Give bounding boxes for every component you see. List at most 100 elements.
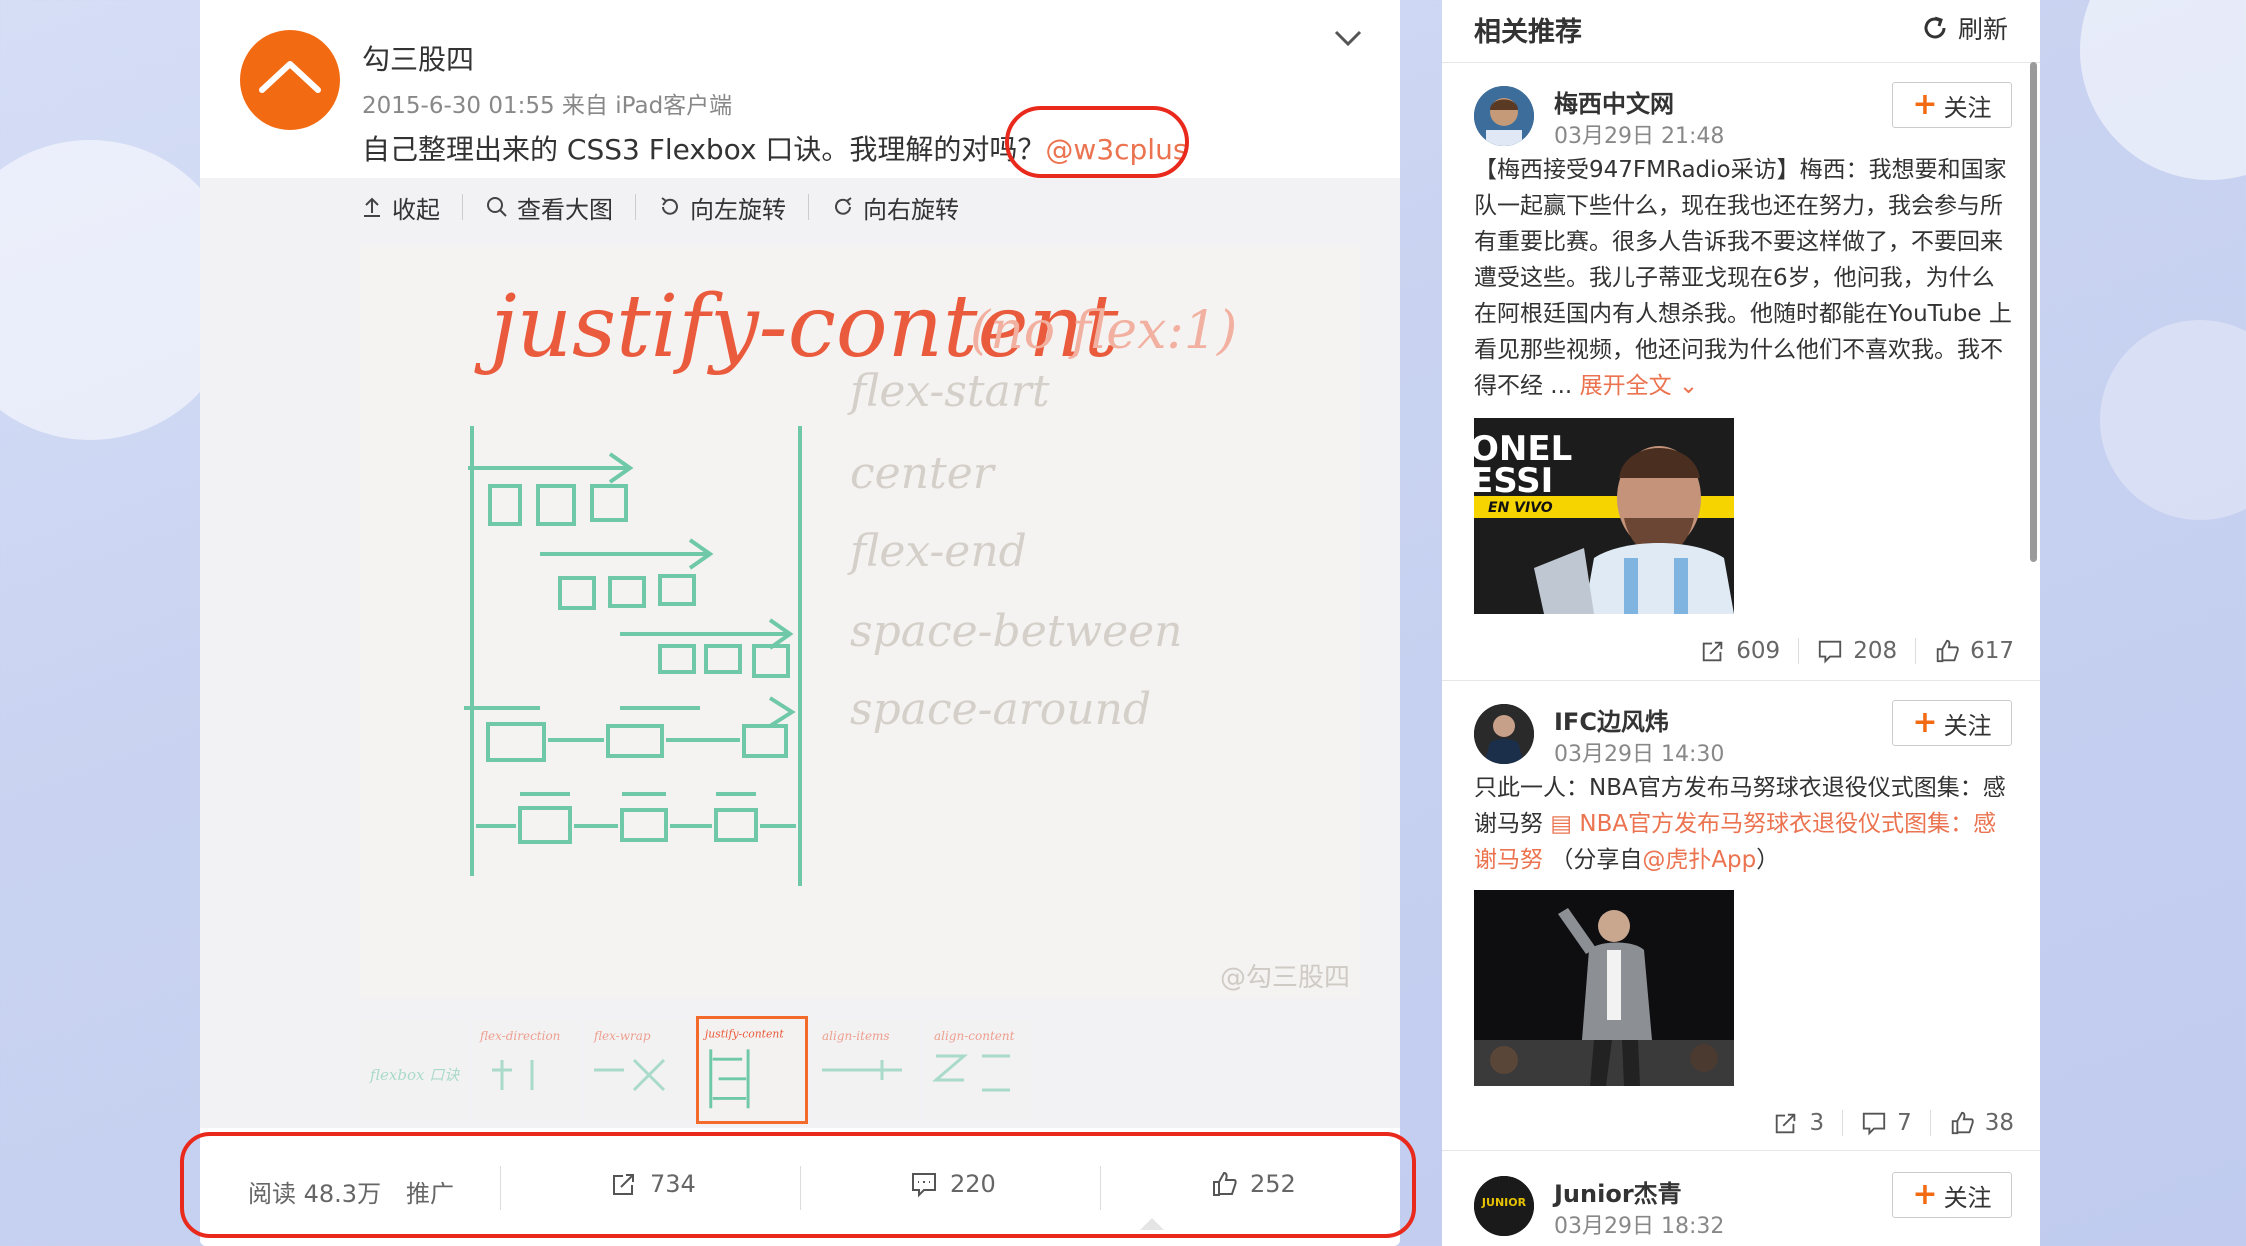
follow-button[interactable]: + 关注 bbox=[1892, 1172, 2012, 1218]
refresh-icon bbox=[1924, 16, 1946, 39]
avatar-photo bbox=[1474, 704, 1534, 764]
recommendation-name[interactable]: Junior杰青 bbox=[1554, 1174, 1682, 1209]
recommendation-name[interactable]: IFC边风炜 bbox=[1554, 702, 1669, 737]
follow-label: 关注 bbox=[1943, 1183, 1992, 1212]
follow-label: 关注 bbox=[1943, 93, 1992, 122]
sketch-label-flex-start: flex-start bbox=[847, 366, 1050, 417]
repost-icon bbox=[1703, 641, 1723, 662]
recommendation-image[interactable]: ONEL ESSI EN VIVO bbox=[1474, 418, 1734, 614]
sidebar-title: 相关推荐 bbox=[1474, 17, 1582, 48]
follow-button[interactable]: + 关注 bbox=[1892, 82, 2012, 128]
rotate-right-label: 向右旋转 bbox=[863, 195, 959, 224]
background-blob bbox=[2100, 320, 2246, 520]
recommendation-text: 【梅西接受947FMRadio采访】梅西：我想要和国家队一起赢下些什么，现在我也… bbox=[1474, 152, 2014, 404]
divider bbox=[1442, 680, 2040, 681]
rotate-right-icon bbox=[835, 197, 852, 215]
sketch-note: (no flex:1) bbox=[970, 301, 1237, 361]
recommendation-body: 【梅西接受947FMRadio采访】梅西：我想要和国家队一起赢下些什么，现在我也… bbox=[1474, 157, 2012, 399]
thumbnail-label: flexbox 口诀 bbox=[369, 1066, 460, 1084]
divider bbox=[1442, 62, 2040, 63]
flexbox-sketch: justify-content (no flex:1) flex-start c… bbox=[464, 277, 1350, 993]
image-text: EN VIVO bbox=[1488, 500, 1553, 516]
thumbnail[interactable]: align-content bbox=[924, 1020, 1032, 1120]
refresh-label: 刷新 bbox=[1958, 15, 2009, 44]
search-icon bbox=[487, 197, 507, 217]
thumbnail[interactable]: flexbox 口诀 bbox=[360, 1020, 468, 1120]
like-button[interactable]: 38 bbox=[1931, 1110, 2014, 1136]
thumbnail-sketch: flex-direction bbox=[479, 1029, 560, 1090]
avatar-logo-icon bbox=[259, 61, 321, 93]
follow-button[interactable]: + 关注 bbox=[1892, 700, 2012, 746]
sketch-label-space-around: space-around bbox=[850, 684, 1151, 735]
avatar[interactable] bbox=[1474, 704, 1534, 764]
rotate-right-button[interactable]: 向右旋转 bbox=[831, 194, 981, 224]
comment-count: 208 bbox=[1853, 638, 1898, 664]
like-count: 617 bbox=[1970, 638, 2014, 664]
plus-icon: + bbox=[1912, 87, 1938, 122]
background-blob bbox=[2080, 0, 2246, 180]
refresh-button[interactable]: 刷新 bbox=[1920, 10, 2008, 46]
sketch-diagram bbox=[464, 426, 802, 886]
related-sidebar: 相关推荐 刷新 梅西中文网 03月29日 21:48 + 关注 【梅西接受947F… bbox=[1442, 0, 2040, 1246]
like-count: 38 bbox=[1984, 1110, 2014, 1136]
sketch-label-center: center bbox=[850, 448, 997, 499]
share-suffix: ） bbox=[1756, 847, 1780, 873]
recommendation-text: 只此一人：NBA官方发布马努球衣退役仪式图集：感谢马努 ▤ NBA官方发布马努球… bbox=[1474, 770, 2014, 878]
messi-photo: ONEL ESSI EN VIVO bbox=[1474, 418, 1734, 614]
repost-button[interactable]: 609 bbox=[1682, 638, 1800, 664]
repost-count: 609 bbox=[1736, 638, 1781, 664]
recommendation-stats: 609 208 617 bbox=[1680, 638, 2014, 664]
recommendation-time: 03月29日 18:32 bbox=[1554, 1214, 1725, 1239]
thumbnail-sketch: flex-wrap bbox=[593, 1029, 666, 1092]
comment-count: 7 bbox=[1897, 1110, 1912, 1136]
share-source-link[interactable]: @虎扑App bbox=[1642, 847, 1756, 873]
media-toolbar: 收起 查看大图 向左旋转 向右旋转 bbox=[360, 194, 1003, 224]
repost-count: 3 bbox=[1809, 1110, 1825, 1136]
thumbnail-label: flex-direction bbox=[479, 1029, 560, 1043]
thumbnail-label: justify-content bbox=[703, 1028, 784, 1041]
nba-photo bbox=[1474, 890, 1734, 1086]
author-name[interactable]: 勾三股四 bbox=[362, 38, 474, 78]
rotate-left-icon bbox=[661, 197, 678, 215]
avatar[interactable]: JUNIOR bbox=[1474, 1176, 1534, 1236]
avatar-logo: JUNIOR bbox=[1474, 1176, 1534, 1236]
thumbnail-label: align-items bbox=[822, 1029, 890, 1043]
thumbnail[interactable]: align-items bbox=[812, 1020, 920, 1120]
stats-highlight bbox=[180, 1132, 1416, 1238]
thumbs-up-icon bbox=[1936, 639, 1959, 663]
thumbnail-sketch: justify-content bbox=[703, 1028, 784, 1109]
thumbnail-label: flex-wrap bbox=[593, 1029, 651, 1043]
follow-label: 关注 bbox=[1943, 711, 1992, 740]
chevron-down-icon[interactable] bbox=[1330, 22, 1366, 52]
comment-button[interactable]: 208 bbox=[1799, 638, 1917, 664]
thumbnail[interactable]: flex-wrap bbox=[584, 1020, 692, 1120]
author-avatar[interactable] bbox=[240, 30, 340, 130]
collapse-button[interactable]: 收起 bbox=[360, 194, 463, 224]
sidebar-scrollbar[interactable] bbox=[2030, 62, 2037, 562]
thumbnail-sketch: align-items bbox=[822, 1029, 902, 1080]
mention-highlight bbox=[1005, 106, 1189, 178]
view-large-button[interactable]: 查看大图 bbox=[485, 194, 636, 224]
thumbnail-sketch: flexbox 口诀 bbox=[369, 1066, 460, 1084]
comment-button[interactable]: 7 bbox=[1843, 1110, 1931, 1136]
like-button[interactable]: 617 bbox=[1916, 638, 2014, 664]
thumbnail[interactable]: flex-direction bbox=[472, 1020, 580, 1120]
recommendation-name[interactable]: 梅西中文网 bbox=[1554, 84, 1674, 119]
avatar[interactable] bbox=[1474, 86, 1534, 146]
rotate-left-button[interactable]: 向左旋转 bbox=[658, 194, 809, 224]
repost-button[interactable]: 3 bbox=[1755, 1110, 1844, 1136]
collapse-icon bbox=[364, 197, 380, 217]
recommendation-image[interactable] bbox=[1474, 890, 1734, 1086]
post-image[interactable]: justify-content (no flex:1) flex-start c… bbox=[360, 246, 1360, 998]
avatar-text: JUNIOR bbox=[1481, 1196, 1527, 1209]
post-text-body: 自己整理出来的 CSS3 Flexbox 口诀。我理解的对吗？ bbox=[362, 133, 1046, 166]
expand-label: 展开全文 bbox=[1579, 373, 1672, 399]
comment-icon bbox=[1862, 1112, 1886, 1136]
expand-link[interactable]: 展开全文 ⌄ bbox=[1580, 373, 1699, 399]
thumbnail-active[interactable]: justify-content bbox=[696, 1016, 808, 1124]
thumbnail-sketch: align-content bbox=[931, 1029, 1015, 1092]
plus-icon: + bbox=[1912, 1177, 1938, 1212]
post-card: 勾三股四 2015-6-30 01:55 来自 iPad客户端 自己整理出来的 … bbox=[200, 0, 1400, 1246]
recommendation-stats: 3 7 38 bbox=[1680, 1110, 2014, 1136]
collapse-label: 收起 bbox=[392, 195, 440, 224]
